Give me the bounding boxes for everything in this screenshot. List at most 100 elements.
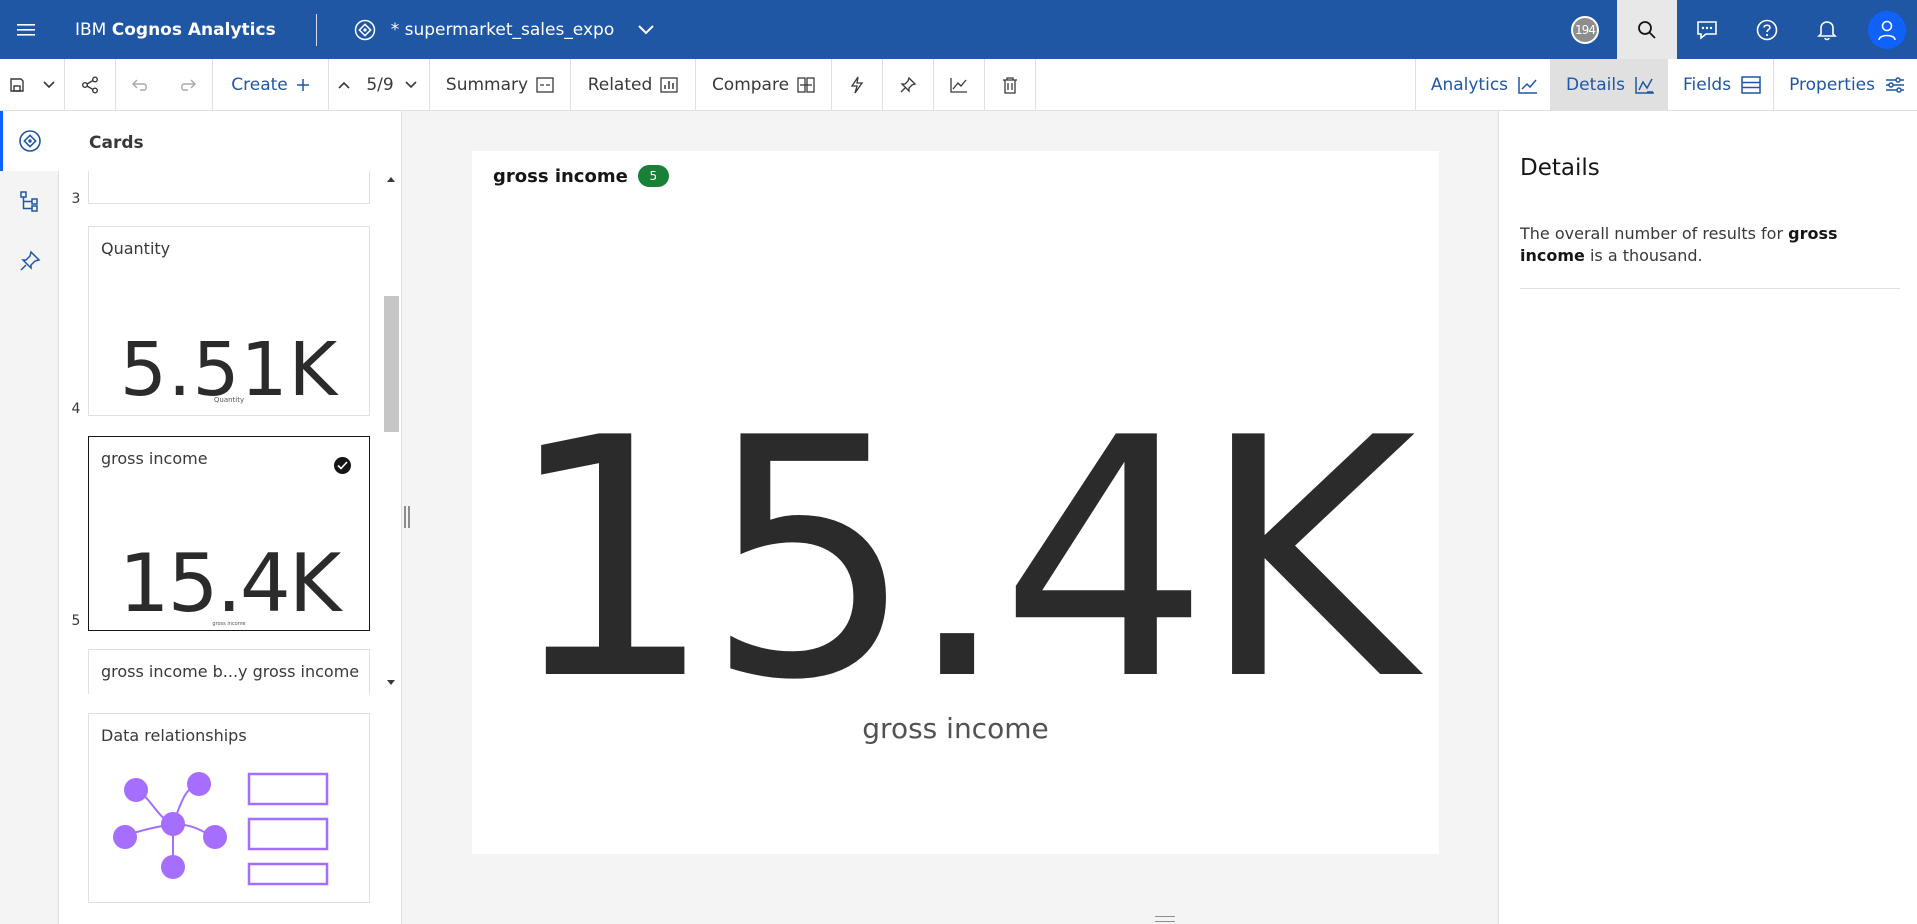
card-position: 5/9 [366,75,394,95]
card-label: gross income [101,449,208,468]
save-button[interactable] [0,59,34,111]
card-gross-income[interactable]: gross income 15.4K gross income [88,436,370,631]
scroll-thumb[interactable] [384,296,399,432]
pin-icon [19,250,40,271]
card-number: 5 [71,613,81,629]
properties-label: Properties [1789,75,1875,95]
selected-check-icon [334,457,351,474]
top-bar: IBM Cognos Analytics * supermarket_sales… [0,0,1917,59]
exploration-icon [353,18,377,42]
kpi-card[interactable]: gross income 5 15.4K gross income [472,151,1439,854]
cards-scrollbar[interactable] [383,171,399,691]
compare-label: Compare [711,75,790,95]
properties-icon [1886,77,1904,93]
details-divider [1520,288,1900,289]
search-icon [1638,20,1656,39]
redo-icon [181,79,196,91]
search-button[interactable] [1617,0,1677,59]
user-button[interactable] [1857,0,1917,59]
details-title: Details [1520,155,1600,181]
trash-icon [1003,77,1017,94]
save-icon [10,78,24,92]
fields-icon [1741,76,1761,94]
cards-panel-title: Cards [89,133,144,153]
chevron-down-icon[interactable] [638,24,658,35]
chevron-down-icon [405,81,417,89]
cards-panel: Cards 3 Quantity 5.51K Quantity 4 gross … [59,111,402,924]
rail-pin-button[interactable] [0,231,59,291]
compare-icon [797,77,815,93]
compare-button[interactable]: Compare [696,59,831,111]
card-data-relationships[interactable]: Data relationships [88,713,370,903]
summary-button[interactable]: Summary [430,59,570,111]
trend-button[interactable] [934,59,984,111]
save-menu-button[interactable] [34,59,64,111]
toolbar: Create 5/9 Summary Related Compare Analy… [0,59,1917,111]
exploration-icon [18,130,41,152]
chat-button[interactable] [1677,0,1737,59]
share-icon [82,76,98,94]
card-3[interactable] [88,171,370,204]
details-text-suffix: is a thousand. [1584,246,1703,265]
share-button[interactable] [65,59,115,111]
scroll-down-arrow-icon[interactable] [383,675,399,691]
undo-button[interactable] [116,59,164,111]
panel-resize-handle[interactable] [404,506,410,528]
card-sub-label: gross income [212,621,246,627]
undo-icon [132,79,147,91]
next-card-button[interactable] [401,59,421,111]
details-panel: Details The overall number of results fo… [1498,111,1917,924]
app-brand[interactable]: IBM Cognos Analytics [75,20,276,40]
scroll-up-arrow-icon[interactable] [383,171,399,187]
help-icon [1756,19,1778,40]
notifications-button[interactable] [1797,0,1857,59]
analytics-icon [1518,77,1538,94]
help-button[interactable] [1737,0,1797,59]
card-number: 3 [71,191,81,207]
trend-icon [950,78,967,93]
card-gross-income-by-gross-income[interactable]: gross income b...y gross income [88,649,370,694]
lightning-icon [850,76,864,94]
related-button[interactable]: Related [571,59,695,111]
left-rail [0,111,59,924]
bell-icon [1817,20,1837,40]
delete-button[interactable] [985,59,1035,111]
card-number: 4 [71,401,81,417]
rail-cards-button[interactable] [0,111,59,171]
card-label: gross income b...y gross income [101,662,360,681]
details-icon [1635,77,1654,94]
pin-button[interactable] [883,59,933,111]
details-label: Details [1566,75,1625,95]
previous-card-button[interactable] [329,59,359,111]
fields-label: Fields [1682,75,1732,95]
tab-properties[interactable]: Properties [1773,59,1917,111]
redo-button[interactable] [164,59,212,111]
tab-details[interactable]: Details [1550,59,1667,111]
main-canvas: gross income 5 15.4K gross income [412,111,1498,913]
rail-hierarchy-button[interactable] [0,171,59,231]
brand-name: Cognos Analytics [111,19,276,40]
card-sub-label: Quantity [213,396,245,404]
card-quantity[interactable]: Quantity 5.51K Quantity [88,226,370,416]
tab-analytics[interactable]: Analytics [1414,59,1550,111]
pin-icon [900,76,917,93]
notification-count-badge[interactable]: 194 [1571,15,1599,44]
user-avatar [1868,10,1906,49]
card-label: Data relationships [101,726,247,745]
insights-button[interactable] [832,59,882,111]
card-number-badge: 5 [637,165,669,187]
create-button[interactable]: Create [213,59,328,111]
chevron-up-icon [338,81,350,89]
related-label: Related [587,75,653,95]
plus-icon [296,79,309,91]
summary-icon [536,77,554,93]
bottom-resize-handle[interactable] [1155,916,1175,922]
menu-icon[interactable] [0,0,52,59]
kpi-value: 15.4K [504,368,1416,752]
details-description: The overall number of results for gross … [1520,223,1900,267]
hierarchy-icon [19,191,38,212]
document-title[interactable]: * supermarket_sales_expo [391,20,615,40]
top-divider [315,13,317,46]
card-value: 15.4K [118,537,342,630]
tab-fields[interactable]: Fields [1666,59,1773,111]
